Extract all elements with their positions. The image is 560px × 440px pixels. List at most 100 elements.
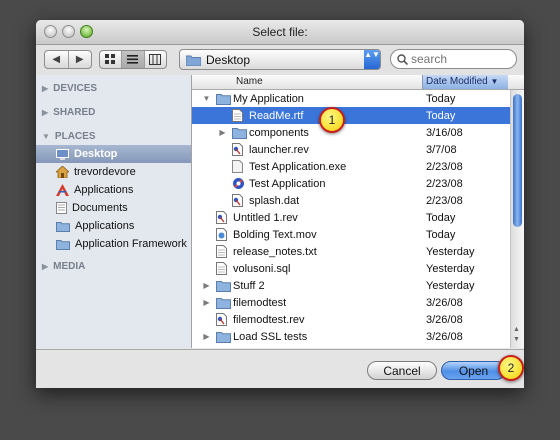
file-date-modified: Today bbox=[426, 92, 456, 105]
file-row[interactable]: Test Application.exe 2/23/08 bbox=[192, 158, 510, 175]
file-row[interactable]: volusoni.sql Yesterday bbox=[192, 260, 510, 277]
search-input[interactable] bbox=[411, 52, 507, 66]
file-name: volusoni.sql bbox=[233, 262, 291, 275]
folder-icon bbox=[216, 280, 231, 292]
scroll-up-arrow-icon[interactable]: ▲ bbox=[513, 326, 520, 333]
column-header-name[interactable]: Name bbox=[236, 76, 263, 87]
view-mode-control bbox=[99, 50, 167, 69]
disclosure-closed-icon: ▶ bbox=[42, 108, 49, 117]
select-file-dialog: Select file: ◀ ▶ Desktop ▲▼ search ▶ DEV… bbox=[36, 20, 524, 388]
file-row[interactable]: filemodtest.rev 3/26/08 bbox=[192, 311, 510, 328]
location-label: Desktop bbox=[206, 52, 251, 67]
popup-arrows-icon: ▲▼ bbox=[364, 50, 380, 69]
file-name: splash.dat bbox=[249, 194, 300, 207]
sidebar-item-applications[interactable]: Applications bbox=[36, 181, 191, 199]
list-view-button[interactable] bbox=[122, 51, 145, 68]
file-date-modified: Today bbox=[426, 228, 456, 241]
location-popup[interactable]: Desktop ▲▼ bbox=[179, 49, 381, 70]
documents-icon bbox=[56, 202, 67, 214]
sidebar-item-documents[interactable]: Documents bbox=[36, 199, 191, 217]
file-name: Stuff 2 bbox=[233, 279, 265, 292]
file-name: filemodtest.rev bbox=[233, 313, 305, 326]
sidebar-item-application-framework[interactable]: Application Framework bbox=[36, 235, 191, 253]
scrollbar-thumb[interactable] bbox=[513, 94, 522, 227]
cancel-button[interactable]: Cancel bbox=[367, 361, 437, 380]
file-name: My Application bbox=[233, 92, 304, 105]
callout-badge-1: 1 bbox=[319, 107, 345, 133]
file-row[interactable]: Untitled 1.rev Today bbox=[192, 209, 510, 226]
rev-stack-icon bbox=[216, 211, 227, 224]
search-icon bbox=[397, 53, 408, 65]
disclosure-open-icon[interactable]: ▼ bbox=[202, 94, 211, 103]
icon-view-button[interactable] bbox=[100, 51, 123, 68]
forward-arrow-icon: ▶ bbox=[75, 54, 84, 65]
toolbar: ◀ ▶ Desktop ▲▼ bbox=[36, 45, 524, 76]
disclosure-closed-icon: ▶ bbox=[42, 262, 49, 271]
file-row[interactable]: ▼ My Application Today bbox=[192, 90, 510, 107]
vertical-scrollbar[interactable]: ▲ ▼ bbox=[510, 90, 524, 348]
file-date-modified: 3/7/08 bbox=[426, 143, 457, 156]
file-date-modified: Today bbox=[426, 211, 456, 224]
file-name: launcher.rev bbox=[249, 143, 309, 156]
file-row[interactable]: ▶ filemodtest 3/26/08 bbox=[192, 294, 510, 311]
file-row[interactable]: splash.dat 2/23/08 bbox=[192, 192, 510, 209]
folder-icon bbox=[216, 297, 231, 309]
file-row[interactable]: release_notes.txt Yesterday bbox=[192, 243, 510, 260]
file-browser: Name Date Modified ▼ ▼ My Application Toda… bbox=[192, 75, 524, 348]
callout-badge-2: 2 bbox=[498, 355, 524, 381]
folder-icon bbox=[186, 54, 201, 66]
file-name: Load SSL tests bbox=[233, 330, 308, 343]
file-row[interactable]: ▶ components 3/16/08 bbox=[192, 124, 510, 141]
folder-icon bbox=[56, 221, 70, 232]
column-header: Name Date Modified ▼ bbox=[192, 75, 524, 90]
back-button[interactable]: ◀ bbox=[45, 51, 69, 68]
application-icon bbox=[232, 177, 245, 190]
file-row[interactable]: launcher.rev 3/7/08 bbox=[192, 141, 510, 158]
file-name: release_notes.txt bbox=[233, 245, 317, 258]
sidebar-item-applications-folder[interactable]: Applications bbox=[36, 217, 191, 235]
file-row[interactable]: ▶ Load SSL tests 3/26/08 bbox=[192, 328, 510, 345]
column-view-button[interactable] bbox=[145, 51, 166, 68]
disclosure-closed-icon: ▶ bbox=[42, 84, 49, 93]
file-row[interactable]: ReadMe.rtf Today bbox=[192, 107, 510, 124]
title-bar[interactable]: Select file: bbox=[36, 20, 524, 45]
sidebar-section-devices[interactable]: ▶ DEVICES bbox=[42, 83, 97, 94]
file-date-modified: 2/23/08 bbox=[426, 194, 463, 207]
disclosure-open-icon: ▼ bbox=[42, 132, 50, 141]
file-date-modified: Today bbox=[426, 109, 456, 122]
file-name: filemodtest bbox=[233, 296, 287, 309]
file-date-modified: 3/16/08 bbox=[426, 126, 463, 139]
file-row[interactable]: Test Application 2/23/08 bbox=[192, 175, 510, 192]
file-row[interactable]: ▶ Stuff 2 Yesterday bbox=[192, 277, 510, 294]
disclosure-closed-icon[interactable]: ▶ bbox=[202, 281, 211, 290]
disclosure-closed-icon[interactable]: ▶ bbox=[218, 128, 227, 137]
sidebar-section-places[interactable]: ▼ PLACES bbox=[42, 131, 95, 142]
sort-descending-icon: ▼ bbox=[490, 77, 499, 86]
folder-icon bbox=[216, 331, 231, 343]
desktop-icon bbox=[56, 148, 69, 160]
generic-file-icon bbox=[232, 160, 243, 173]
window-title: Select file: bbox=[252, 25, 308, 39]
rev-stack-icon bbox=[232, 143, 243, 156]
search-field[interactable] bbox=[390, 49, 517, 69]
list-view-icon bbox=[127, 55, 139, 64]
forward-button[interactable]: ▶ bbox=[69, 51, 92, 68]
file-row[interactable]: Bolding Text.mov Today bbox=[192, 226, 510, 243]
scroll-down-arrow-icon[interactable]: ▼ bbox=[513, 336, 520, 343]
sidebar-item-desktop[interactable]: Desktop bbox=[36, 145, 191, 163]
disclosure-closed-icon[interactable]: ▶ bbox=[202, 298, 211, 307]
dialog-footer: Cancel Open bbox=[36, 349, 524, 388]
sidebar-section-shared[interactable]: ▶ SHARED bbox=[42, 107, 95, 118]
sidebar-item-home[interactable]: trevordevore bbox=[36, 163, 191, 181]
file-date-modified: 3/26/08 bbox=[426, 296, 463, 309]
column-header-date-modified[interactable]: Date Modified ▼ bbox=[422, 75, 508, 89]
file-name: components bbox=[249, 126, 309, 139]
file-date-modified: 2/23/08 bbox=[426, 160, 463, 173]
disclosure-closed-icon[interactable]: ▶ bbox=[202, 332, 211, 341]
open-button[interactable]: Open bbox=[441, 361, 506, 380]
document-icon bbox=[216, 245, 227, 258]
file-date-modified: 3/26/08 bbox=[426, 313, 463, 326]
document-icon bbox=[232, 109, 243, 122]
sidebar-section-media[interactable]: ▶ MEDIA bbox=[42, 261, 85, 272]
file-date-modified: Yesterday bbox=[426, 245, 475, 258]
